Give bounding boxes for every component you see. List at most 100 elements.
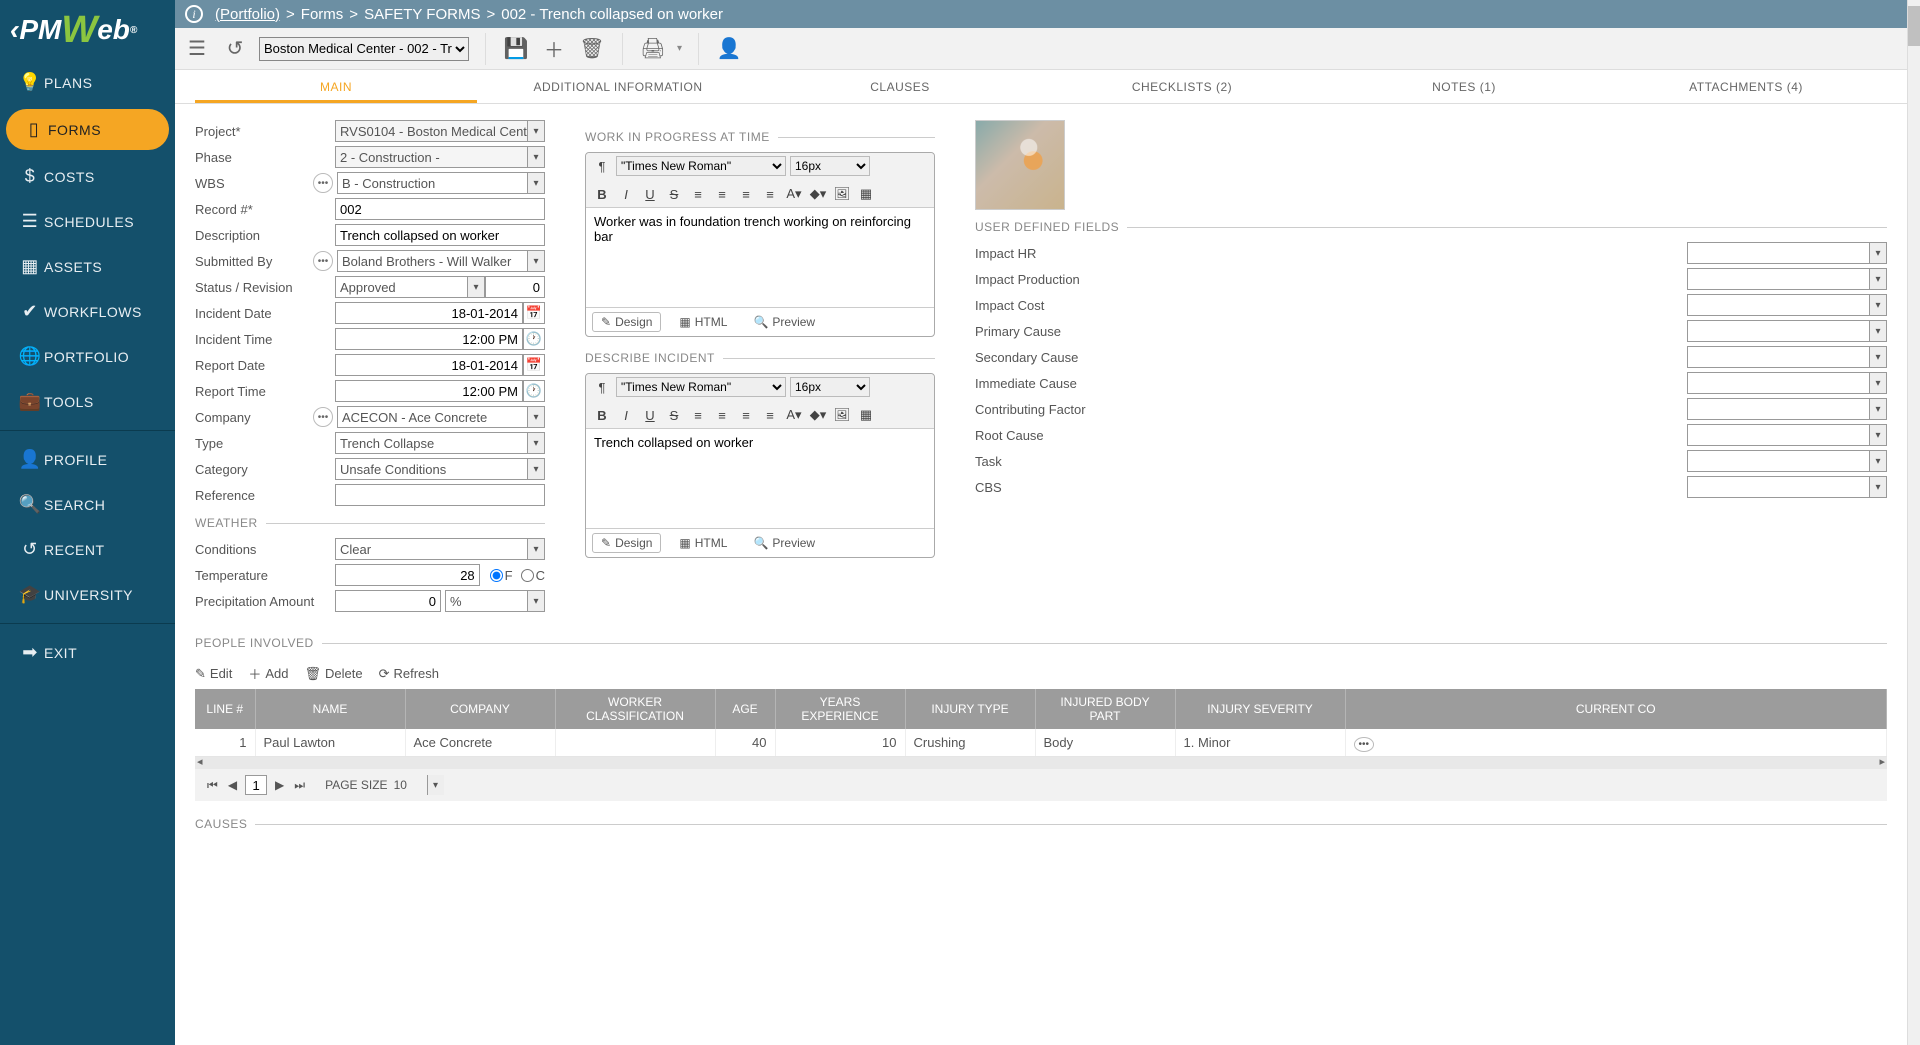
nav-portfolio[interactable]: 🌐PORTFOLIO <box>0 334 175 379</box>
rte-html-tab[interactable]: ▦ HTML <box>671 533 735 553</box>
col-current[interactable]: CURRENT CO <box>1345 689 1887 729</box>
align-center-icon[interactable]: ≡ <box>712 405 732 425</box>
temp-input[interactable] <box>335 564 480 586</box>
delete-icon[interactable]: 🗑 <box>578 35 606 63</box>
rte-design-tab[interactable]: ✎ Design <box>592 533 661 553</box>
bold-icon[interactable]: B <box>592 184 612 204</box>
project-select[interactable]: RVS0104 - Boston Medical Center <box>335 120 545 142</box>
describe-text[interactable]: Trench collapsed on worker <box>586 429 934 529</box>
wip-text[interactable]: Worker was in foundation trench working … <box>586 208 934 308</box>
udf-hr-select[interactable] <box>1687 242 1887 264</box>
col-class[interactable]: WORKER CLASSIFICATION <box>555 689 715 729</box>
table-row[interactable]: 1 Paul Lawton Ace Concrete 40 10 Crushin… <box>195 729 1887 757</box>
nav-forms[interactable]: ▯FORMS <box>6 109 169 150</box>
clock-icon[interactable]: 🕐 <box>523 328 545 350</box>
image-icon[interactable]: 🖼 <box>832 184 852 204</box>
font-select[interactable]: "Times New Roman" <box>616 377 786 397</box>
tab-attachments[interactable]: ATTACHMENTS (4) <box>1605 70 1887 103</box>
col-injury[interactable]: INJURY TYPE <box>905 689 1035 729</box>
submitted-picker-icon[interactable]: ••• <box>313 251 333 271</box>
add-icon[interactable]: ＋ <box>540 35 568 63</box>
col-years[interactable]: YEARS EXPERIENCE <box>775 689 905 729</box>
horizontal-scrollbar[interactable] <box>195 757 1887 769</box>
rte-html-tab[interactable]: ▦ HTML <box>671 312 735 332</box>
nav-workflows[interactable]: ✔WORKFLOWS <box>0 289 175 334</box>
list-view-icon[interactable]: ☰ <box>183 35 211 63</box>
nav-search[interactable]: 🔍SEARCH <box>0 482 175 527</box>
strike-icon[interactable]: S <box>664 184 684 204</box>
reference-input[interactable] <box>335 484 545 506</box>
clock-icon[interactable]: 🕐 <box>523 380 545 402</box>
udf-prod-select[interactable] <box>1687 268 1887 290</box>
rte-preview-tab[interactable]: 🔍 Preview <box>745 312 823 332</box>
align-left-icon[interactable]: ≡ <box>688 405 708 425</box>
page-input[interactable] <box>245 775 267 795</box>
row-more-icon[interactable]: ••• <box>1354 737 1375 752</box>
align-right-icon[interactable]: ≡ <box>736 405 756 425</box>
font-select[interactable]: "Times New Roman" <box>616 156 786 176</box>
submitted-select[interactable]: Boland Brothers - Will Walker <box>337 250 545 272</box>
col-name[interactable]: NAME <box>255 689 405 729</box>
tab-main[interactable]: MAIN <box>195 70 477 103</box>
underline-icon[interactable]: U <box>640 405 660 425</box>
record-input[interactable] <box>335 198 545 220</box>
company-select[interactable]: ACECON - Ace Concrete <box>337 406 545 428</box>
udf-cost-select[interactable] <box>1687 294 1887 316</box>
col-severity[interactable]: INJURY SEVERITY <box>1175 689 1345 729</box>
size-select[interactable]: 16px <box>790 377 870 397</box>
add-button[interactable]: ＋ Add <box>248 664 288 683</box>
highlight-icon[interactable]: ◆▾ <box>808 184 828 204</box>
tab-additional[interactable]: ADDITIONAL INFORMATION <box>477 70 759 103</box>
strike-icon[interactable]: S <box>664 405 684 425</box>
breadcrumb-portfolio[interactable]: (Portfolio) <box>215 6 280 23</box>
rte-design-tab[interactable]: ✎ Design <box>592 312 661 332</box>
desc-input[interactable] <box>335 224 545 246</box>
info-icon[interactable]: i <box>185 5 203 23</box>
col-age[interactable]: AGE <box>715 689 775 729</box>
image-icon[interactable]: 🖼 <box>832 405 852 425</box>
text-color-icon[interactable]: A▾ <box>784 184 804 204</box>
nav-costs[interactable]: $COSTS <box>0 154 175 199</box>
precip-unit-select[interactable]: % <box>445 590 545 612</box>
udf-root-select[interactable] <box>1687 424 1887 446</box>
underline-icon[interactable]: U <box>640 184 660 204</box>
next-page-icon[interactable]: ▶ <box>273 778 286 792</box>
udf-cbs-select[interactable] <box>1687 476 1887 498</box>
tab-checklists[interactable]: CHECKLISTS (2) <box>1041 70 1323 103</box>
category-select[interactable]: Unsafe Conditions <box>335 458 545 480</box>
nav-profile[interactable]: 👤PROFILE <box>0 437 175 482</box>
format-icon[interactable]: ¶ <box>592 377 612 397</box>
align-justify-icon[interactable]: ≡ <box>760 184 780 204</box>
breadcrumb-safety[interactable]: SAFETY FORMS <box>364 6 480 23</box>
breadcrumb-forms[interactable]: Forms <box>301 6 344 23</box>
phase-select[interactable]: 2 - Construction - <box>335 146 545 168</box>
temp-f-radio[interactable] <box>490 569 503 582</box>
type-select[interactable]: Trench Collapse <box>335 432 545 454</box>
page-size-select[interactable]: 10 <box>394 775 444 795</box>
table-icon[interactable]: ▦ <box>856 405 876 425</box>
temp-c-radio[interactable] <box>521 569 534 582</box>
align-center-icon[interactable]: ≡ <box>712 184 732 204</box>
rte-preview-tab[interactable]: 🔍 Preview <box>745 533 823 553</box>
col-line[interactable]: LINE # <box>195 689 255 729</box>
nav-schedules[interactable]: ☰SCHEDULES <box>0 199 175 244</box>
first-page-icon[interactable]: ⏮ <box>205 778 220 793</box>
nav-exit[interactable]: ➡EXIT <box>0 630 175 675</box>
delete-button[interactable]: 🗑 Delete <box>304 664 362 683</box>
bold-icon[interactable]: B <box>592 405 612 425</box>
nav-recent[interactable]: ↺RECENT <box>0 527 175 572</box>
save-icon[interactable]: 💾 <box>502 35 530 63</box>
udf-secondary-select[interactable] <box>1687 346 1887 368</box>
format-icon[interactable]: ¶ <box>592 156 612 176</box>
col-body[interactable]: INJURED BODY PART <box>1035 689 1175 729</box>
tab-notes[interactable]: NOTES (1) <box>1323 70 1605 103</box>
incident-photo[interactable] <box>975 120 1065 210</box>
report-date-input[interactable] <box>335 354 523 376</box>
history-icon[interactable]: ↺ <box>221 35 249 63</box>
user-icon[interactable]: 👤 <box>715 35 743 63</box>
size-select[interactable]: 16px <box>790 156 870 176</box>
align-right-icon[interactable]: ≡ <box>736 184 756 204</box>
nav-tools[interactable]: 💼TOOLS <box>0 379 175 424</box>
nav-university[interactable]: 🎓UNIVERSITY <box>0 572 175 617</box>
calendar-icon[interactable]: 📅 <box>523 302 545 324</box>
